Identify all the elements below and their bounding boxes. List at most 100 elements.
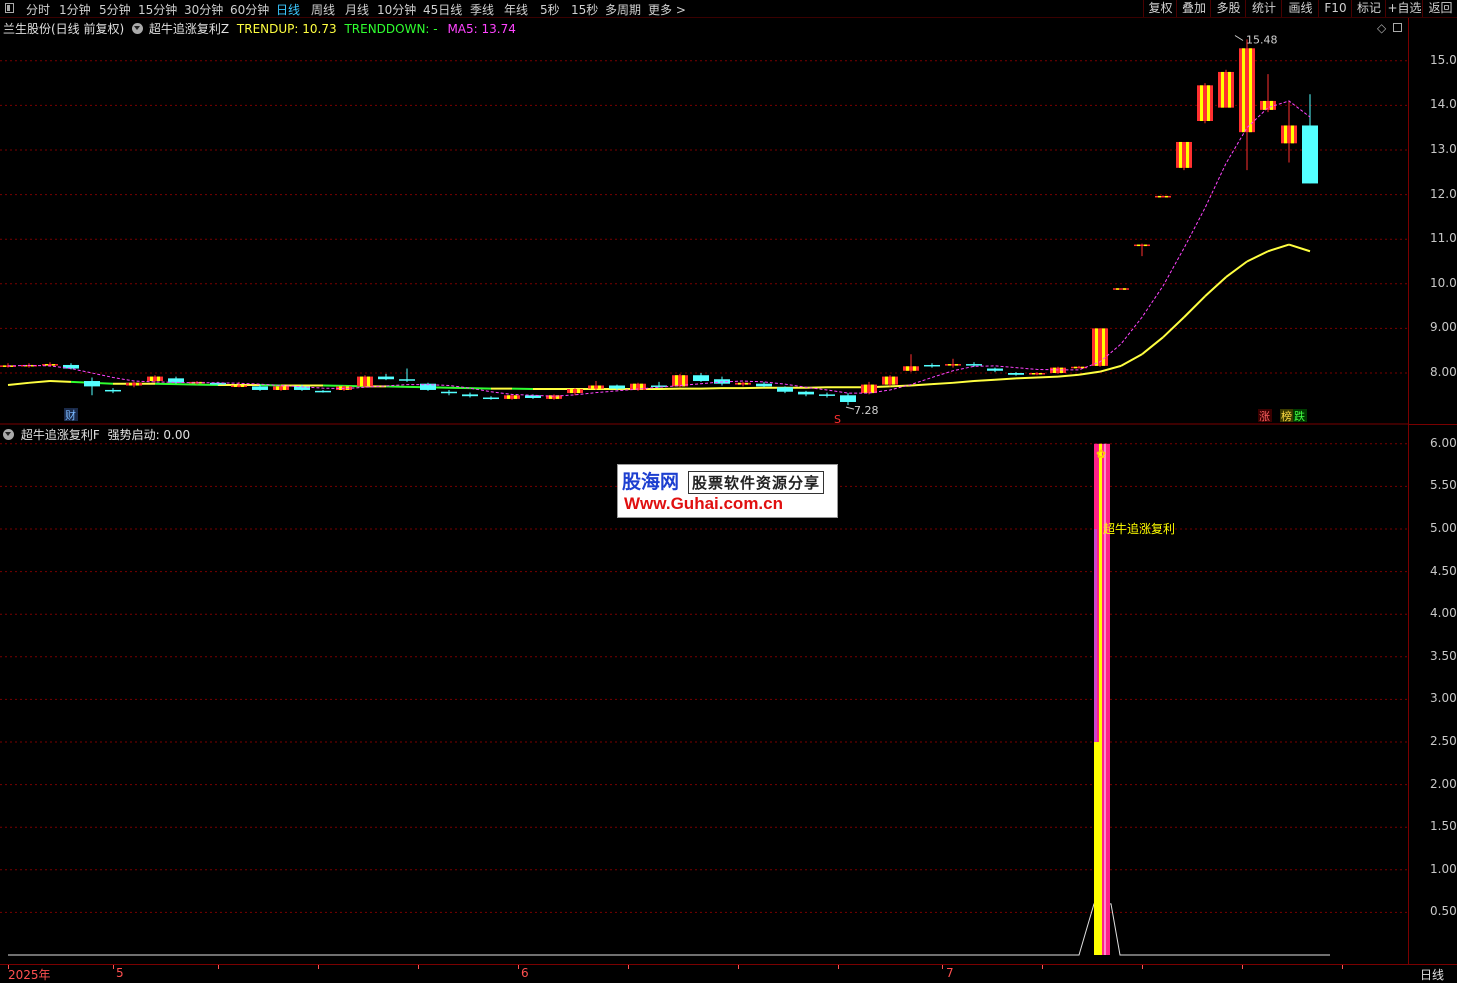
trend-segment [932,383,953,384]
candle-body-up [1092,328,1108,365]
candle-stripe [3,365,6,367]
candle-body-down [966,364,982,366]
toolbar-button-5[interactable]: F10 [1318,0,1352,17]
period-7[interactable]: 周线 [311,1,335,18]
period-6[interactable]: 日线 [276,1,300,18]
indicator-tick-label: 4.50 [1430,564,1457,578]
candle-body-up [504,395,520,399]
period-3[interactable]: 15分钟 [138,1,177,18]
candle-body-down [840,395,856,402]
candle-body-up [231,385,247,387]
time-tick [318,965,319,969]
candle-stripe [1123,288,1126,290]
watermark: 股海网 股票软件资源分享 Www.Guhai.com.cn [617,464,838,518]
price-tick-label: 12.00 [1430,187,1457,201]
indicator-tick-label: 5.50 [1430,478,1457,492]
mark-bang: 榜 [1281,409,1292,423]
candle-stripe [1074,367,1077,369]
candle-body-up [1176,142,1192,168]
indicator-line [8,904,1330,955]
trend-segment [1247,251,1268,261]
trend-segment [890,385,911,386]
mark-s: S [834,413,841,426]
candle-body-up [1197,85,1213,121]
period-0[interactable]: 分时 [26,1,50,18]
candle-stripe [1102,328,1105,365]
candle-stripe [1095,328,1098,365]
period-4[interactable]: 30分钟 [184,1,223,18]
indicator-tick-label: 3.50 [1430,649,1457,663]
candle-stripe [871,385,874,393]
indicator-tick-label: 5.00 [1430,521,1457,535]
watermark-name: 股海网 [622,467,679,494]
candle-stripe [276,386,279,390]
butterfly-icon: ✿ [1096,447,1106,461]
period-14[interactable]: 15秒 [571,1,598,18]
candle-body-down [315,391,331,393]
period-11[interactable]: 季线 [470,1,494,18]
candle-body-down [924,365,940,367]
candle-stripe [1284,125,1287,143]
time-tick [838,965,839,969]
trend-segment [1037,377,1058,378]
period-2[interactable]: 5分钟 [99,1,131,18]
candle-stripe [360,377,363,387]
time-tick [942,965,943,969]
trend-segment [1016,377,1037,378]
month-label-7: 7 [946,966,954,980]
candle-stripe [892,377,895,385]
candle-stripe [955,364,958,366]
candle-body-up [1134,245,1150,247]
candle-body-down [798,392,814,395]
candle-body-up [735,383,751,385]
period-13[interactable]: 5秒 [540,1,560,18]
candle-body-down [693,375,709,381]
period-10[interactable]: 45日线 [423,1,462,18]
candle-stripe [157,377,160,381]
toolbar-button-6[interactable]: 标记 [1351,0,1386,17]
trend-segment [995,378,1016,379]
trend-segment [1163,317,1184,337]
toolbar-button-1[interactable]: 叠加 [1176,0,1211,17]
price-tick-label: 11.00 [1430,231,1457,245]
toolbar-button-3[interactable]: 统计 [1245,0,1282,17]
candle-stripe [1144,245,1147,247]
watermark-url: Www.Guhai.com.cn [624,494,783,514]
trend-segment [1205,277,1226,296]
indicator-tick-label: 1.50 [1430,819,1457,833]
toolbar-button-8[interactable]: 返回 [1422,0,1457,17]
candle-stripe [507,395,510,399]
candle-stripe [864,385,867,393]
candle-stripe [283,386,286,390]
window-icon[interactable] [5,3,14,13]
candle-body-down [105,390,121,392]
time-tick [8,965,9,969]
candle-stripe [1200,85,1203,121]
toolbar-button-0[interactable]: 复权 [1143,0,1177,17]
trend-segment [1289,245,1310,252]
period-9[interactable]: 10分钟 [377,1,416,18]
period-16[interactable]: 更多 > [648,1,686,18]
year-label: 2025年 [8,966,51,983]
candle-body-up [1281,125,1297,143]
candle-body-up [903,366,919,370]
trend-segment [1100,366,1121,372]
ma5-line [8,101,1310,396]
candle-stripe [1116,288,1119,290]
toolbar-button-4[interactable]: 画线 [1281,0,1319,17]
period-8[interactable]: 月线 [345,1,369,18]
candle-stripe [1228,72,1231,108]
period-15[interactable]: 多周期 [605,1,641,18]
trend-segment [50,381,71,382]
indicator-tick-label: 4.00 [1430,606,1457,620]
period-5[interactable]: 60分钟 [230,1,269,18]
toolbar-button-7[interactable]: +自选 [1385,0,1423,17]
candle-body-down [609,385,625,388]
candle-stripe [1221,72,1224,108]
period-12[interactable]: 年线 [504,1,528,18]
candle-stripe [1270,101,1273,110]
toolbar-button-2[interactable]: 多股 [1210,0,1246,17]
candle-stripe [745,383,748,385]
time-tick [1342,965,1343,969]
period-1[interactable]: 1分钟 [59,1,91,18]
